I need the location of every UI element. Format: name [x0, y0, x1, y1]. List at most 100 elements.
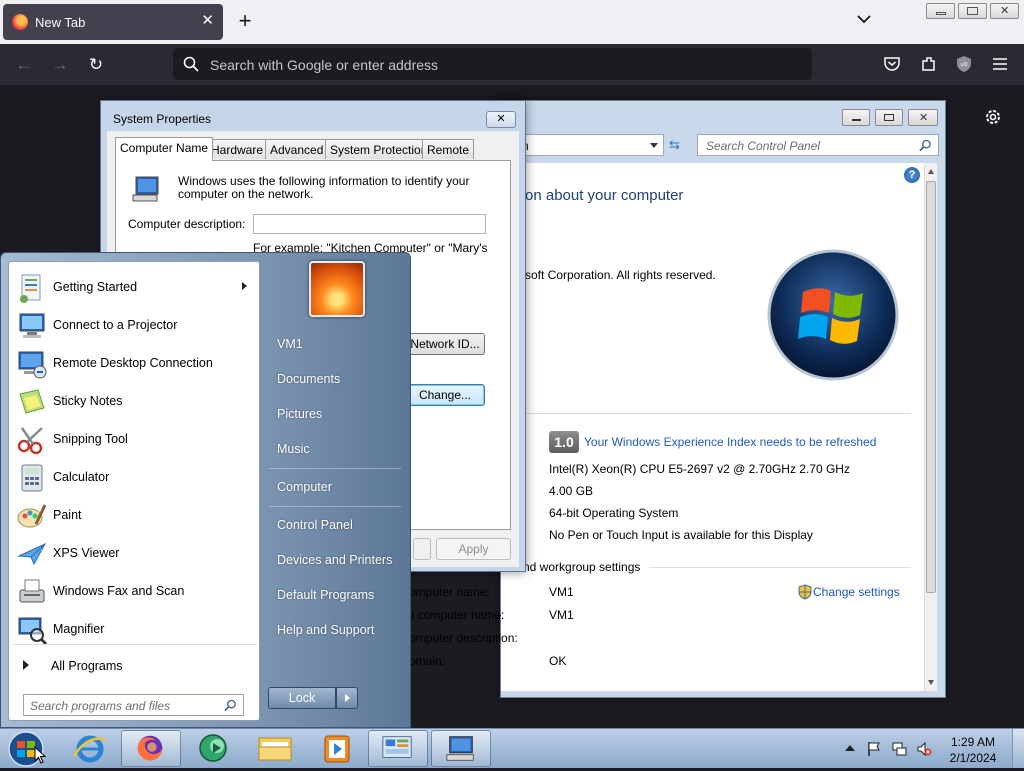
clock-date[interactable]: 2/1/2024: [944, 751, 1002, 765]
cp-minimize-button[interactable]: [842, 109, 870, 126]
program-label: Calculator: [53, 470, 110, 484]
taskbar-firefox[interactable]: [121, 730, 181, 767]
cp-search-input[interactable]: Search Control Panel: [697, 134, 939, 156]
lock-button[interactable]: Lock: [268, 687, 336, 709]
browser-tab[interactable]: New Tab ✕: [3, 4, 223, 40]
computer-description-label: omputer description:: [409, 631, 518, 645]
start-item-user[interactable]: VM1: [277, 337, 303, 351]
network-icon[interactable]: [891, 741, 907, 757]
cp-scrollbar[interactable]: [924, 163, 937, 691]
all-programs-label: All Programs: [51, 659, 123, 673]
projector-icon: [19, 313, 45, 338]
change-settings-link[interactable]: Change settings: [813, 585, 900, 599]
start-item-help-support[interactable]: Help and Support: [277, 623, 374, 637]
pen-touch-value: No Pen or Touch Input is available for t…: [549, 528, 813, 542]
submenu-arrow-icon: [242, 282, 247, 290]
taskbar-media-center[interactable]: [183, 730, 243, 767]
start-item-pictures[interactable]: Pictures: [277, 407, 322, 421]
start-item-control-panel[interactable]: Control Panel: [277, 518, 353, 532]
divider: [269, 468, 401, 469]
extensions-icon[interactable]: [920, 55, 938, 73]
domain-label: omain:: [409, 654, 446, 668]
program-label: Windows Fax and Scan: [53, 584, 185, 598]
tab-computer-name[interactable]: Computer Name: [115, 137, 214, 161]
start-button[interactable]: [6, 730, 46, 768]
start-item-default-programs[interactable]: Default Programs: [277, 588, 374, 602]
tab-title: New Tab: [35, 15, 86, 30]
start-search-input[interactable]: Search programs and files: [23, 694, 244, 716]
minimize-button[interactable]: [926, 3, 955, 19]
start-item-devices-printers[interactable]: Devices and Printers: [277, 553, 392, 567]
media-center-icon: [199, 734, 227, 762]
remote-desktop-icon: [18, 351, 47, 379]
chevron-down-icon[interactable]: [855, 10, 873, 28]
program-label: Paint: [53, 508, 82, 522]
all-programs-button[interactable]: All Programs: [13, 652, 257, 678]
computer-description-input[interactable]: [253, 214, 486, 234]
program-label: Snipping Tool: [53, 432, 128, 446]
help-icon[interactable]: ?: [904, 167, 920, 183]
computer-icon: [446, 736, 474, 761]
tab-hardware[interactable]: Hardware: [206, 139, 269, 159]
show-hidden-icons-button[interactable]: [845, 745, 855, 751]
volume-muted-icon[interactable]: [916, 741, 932, 757]
taskbar-system-properties[interactable]: [431, 730, 491, 767]
change-button[interactable]: Change...: [405, 384, 485, 406]
getting-started-icon: [20, 274, 41, 303]
program-xps-viewer[interactable]: XPS Viewer: [13, 536, 257, 572]
tab-system-protection[interactable]: System Protection: [325, 139, 433, 159]
program-fax-scan[interactable]: Windows Fax and Scan: [13, 574, 257, 610]
tab-advanced[interactable]: Advanced: [265, 139, 329, 159]
close-window-button[interactable]: ✕: [990, 3, 1019, 19]
cancel-button-partial[interactable]: [413, 538, 431, 560]
clock-time[interactable]: 1:29 AM: [944, 735, 1002, 749]
program-calculator[interactable]: Calculator: [13, 460, 257, 496]
ublock-shield-icon[interactable]: uO: [955, 55, 973, 73]
arrow-right-icon: [23, 660, 29, 670]
address-dropdown-icon[interactable]: [650, 143, 658, 148]
program-paint[interactable]: Paint: [13, 498, 257, 534]
program-getting-started[interactable]: Getting Started: [13, 270, 257, 306]
cp-close-button[interactable]: ✕: [908, 109, 938, 126]
scrollbar-thumb[interactable]: [926, 181, 936, 593]
pocket-icon[interactable]: [883, 55, 901, 73]
folder-icon: [258, 737, 292, 761]
start-item-documents[interactable]: Documents: [277, 372, 340, 386]
address-bar[interactable]: Search with Google or enter address: [173, 48, 812, 80]
gear-icon[interactable]: [983, 107, 1003, 127]
program-remote-desktop[interactable]: Remote Desktop Connection: [13, 346, 257, 382]
shutdown-options-button[interactable]: [336, 687, 358, 709]
taskbar-media-player[interactable]: [307, 730, 367, 767]
full-computer-name-value: VM1: [549, 608, 574, 622]
start-item-computer[interactable]: Computer: [277, 480, 332, 494]
menu-icon[interactable]: [991, 55, 1009, 73]
taskbar-internet-explorer[interactable]: [60, 730, 120, 767]
user-avatar[interactable]: [309, 261, 365, 317]
back-icon[interactable]: ←: [11, 52, 37, 78]
search-icon: [183, 56, 199, 72]
network-id-button[interactable]: Network ID...: [405, 333, 485, 355]
restore-button[interactable]: [958, 3, 987, 19]
taskbar-control-panel[interactable]: [368, 730, 428, 767]
refresh-icon[interactable]: ⇆: [669, 137, 689, 155]
program-connect-projector[interactable]: Connect to a Projector: [13, 308, 257, 344]
reload-icon[interactable]: ↻: [83, 52, 109, 78]
action-center-flag-icon[interactable]: [866, 741, 882, 757]
show-desktop-button[interactable]: [1012, 729, 1024, 768]
forward-icon[interactable]: →: [47, 52, 73, 78]
program-magnifier[interactable]: Magnifier: [13, 612, 257, 648]
apply-button[interactable]: Apply: [436, 538, 511, 560]
program-sticky-notes[interactable]: Sticky Notes: [13, 384, 257, 420]
new-tab-button[interactable]: +: [233, 8, 257, 34]
rating-badge: 1.0: [549, 431, 579, 453]
taskbar-explorer[interactable]: [245, 730, 305, 767]
experience-index-link[interactable]: Your Windows Experience Index needs to b…: [584, 435, 876, 449]
program-snipping-tool[interactable]: Snipping Tool: [13, 422, 257, 458]
dialog-close-button[interactable]: ✕: [486, 111, 516, 128]
close-tab-icon[interactable]: ✕: [201, 11, 214, 29]
cp-maximize-button[interactable]: [875, 109, 903, 126]
tab-remote[interactable]: Remote: [422, 139, 475, 159]
program-label: Getting Started: [53, 280, 138, 294]
start-item-music[interactable]: Music: [277, 442, 310, 456]
divider: [649, 567, 911, 568]
